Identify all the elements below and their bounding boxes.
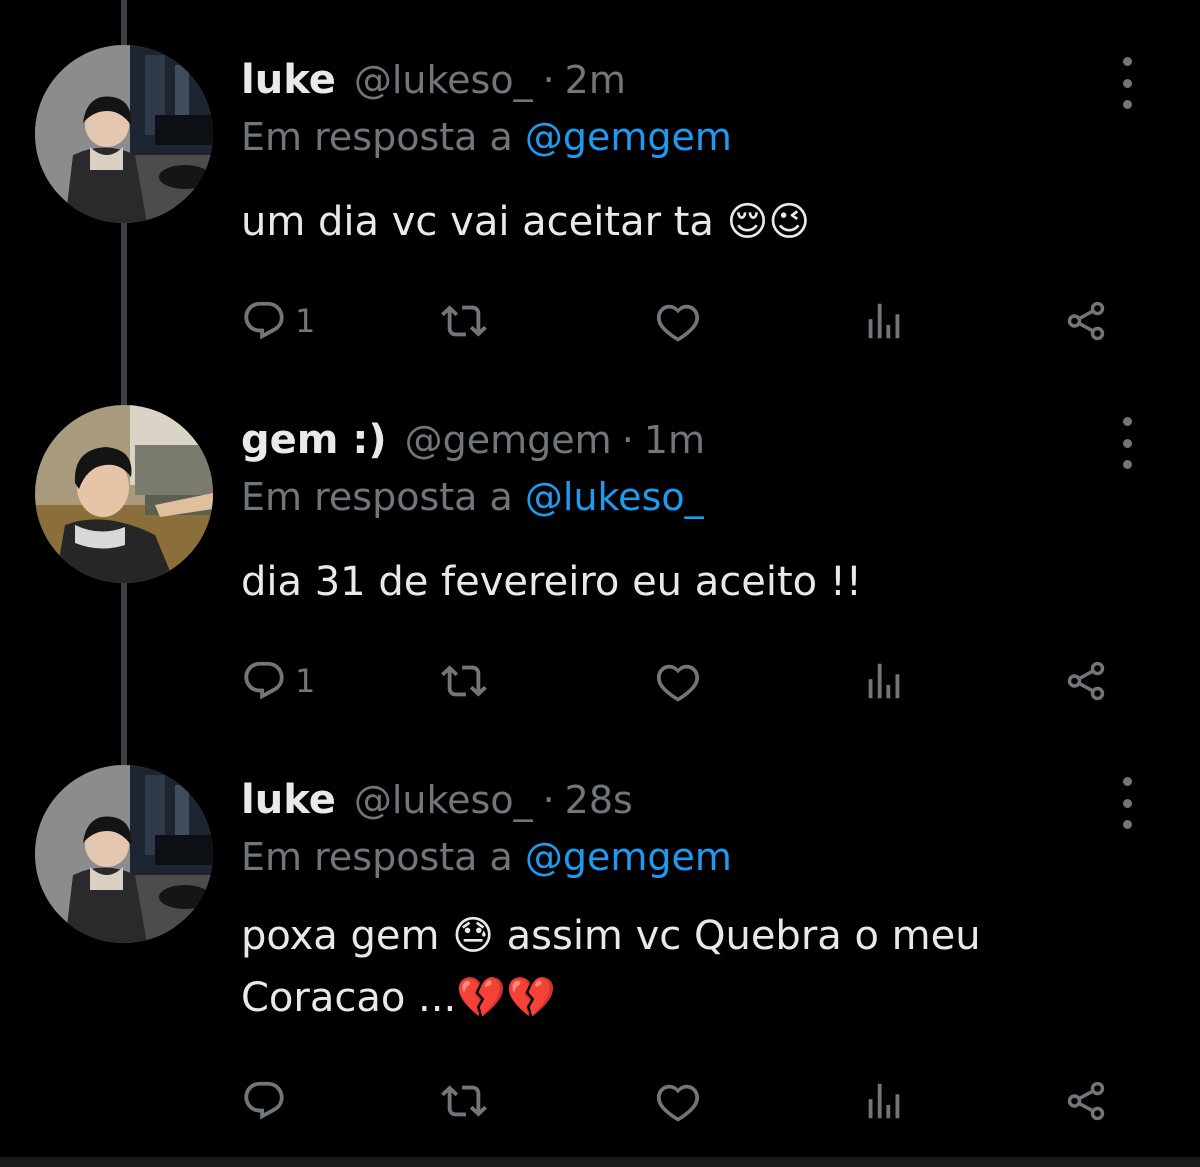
tweet-text: poxa gem 😓 assim vc Quebra o meu Coracao… [241,913,981,1021]
views-button[interactable] [861,291,907,351]
reply-icon [241,1078,287,1124]
reply-count: 1 [295,662,316,700]
display-name[interactable]: gem :) [241,417,387,463]
like-icon [655,1078,701,1124]
tweet[interactable]: luke @lukeso_ · 28s Em resposta a @gemge… [0,765,1200,1155]
timestamp[interactable]: 1m [644,418,705,462]
retweet-button[interactable] [441,1071,487,1131]
like-icon [655,658,701,704]
user-handle[interactable]: @lukeso_ [354,778,533,822]
luke-avatar [35,45,213,223]
reply-icon [241,658,287,704]
user-handle[interactable]: @lukeso_ [354,58,533,102]
reply-prefix: Em resposta a [241,115,513,159]
avatar[interactable] [35,45,213,223]
retweet-icon [441,658,487,704]
separator: · [621,418,634,462]
views-button[interactable] [861,1071,907,1131]
separator: · [542,778,555,822]
tweet[interactable]: luke @lukeso_ · 2m Em resposta a @gemgem… [0,45,1200,365]
tweet-text: um dia vc vai aceitar ta 😌😉 [241,199,811,245]
retweet-icon [441,298,487,344]
action-bar [241,1071,1121,1131]
share-button[interactable] [1063,291,1109,351]
reply-context: Em resposta a @gemgem [241,115,732,159]
avatar[interactable] [35,765,213,943]
bottom-divider [0,1157,1200,1167]
views-icon [861,298,907,344]
display-name[interactable]: luke [241,777,336,823]
views-button[interactable] [861,651,907,711]
share-icon [1063,1078,1109,1124]
retweet-button[interactable] [441,291,487,351]
like-button[interactable] [655,651,701,711]
reply-count: 1 [295,302,316,340]
more-icon[interactable] [1112,773,1142,833]
luke-avatar [35,765,213,943]
more-icon[interactable] [1112,53,1142,113]
reply-context: Em resposta a @lukeso_ [241,475,704,519]
reply-mention-link[interactable]: @lukeso_ [525,475,704,519]
reply-mention-link[interactable]: @gemgem [525,835,732,879]
like-icon [655,298,701,344]
reply-prefix: Em resposta a [241,475,513,519]
share-icon [1063,658,1109,704]
action-bar: 1 [241,291,1121,351]
separator: · [542,58,555,102]
like-button[interactable] [655,1071,701,1131]
tweet-header: gem :) @gemgem · 1m [241,405,705,475]
share-icon [1063,298,1109,344]
reply-button[interactable]: 1 [241,291,315,351]
views-icon [861,1078,907,1124]
display-name[interactable]: luke [241,57,336,103]
retweet-icon [441,1078,487,1124]
avatar[interactable] [35,405,213,583]
reply-mention-link[interactable]: @gemgem [525,115,732,159]
timestamp[interactable]: 2m [565,58,626,102]
retweet-button[interactable] [441,651,487,711]
reply-context: Em resposta a @gemgem [241,835,732,879]
gem-avatar [35,405,213,583]
tweet[interactable]: gem :) @gemgem · 1m Em resposta a @lukes… [0,405,1200,725]
share-button[interactable] [1063,651,1109,711]
reply-icon [241,298,287,344]
reply-prefix: Em resposta a [241,835,513,879]
tweet-header: luke @lukeso_ · 28s [241,765,633,835]
tweet-text: dia 31 de fevereiro eu aceito !! [241,559,862,605]
like-button[interactable] [655,291,701,351]
share-button[interactable] [1063,1071,1109,1131]
timestamp[interactable]: 28s [565,778,633,822]
thread-line [121,0,127,46]
action-bar: 1 [241,651,1121,711]
tweet-header: luke @lukeso_ · 2m [241,45,626,115]
views-icon [861,658,907,704]
reply-button[interactable]: 1 [241,651,315,711]
reply-button[interactable] [241,1071,295,1131]
user-handle[interactable]: @gemgem [405,418,612,462]
more-icon[interactable] [1112,413,1142,473]
